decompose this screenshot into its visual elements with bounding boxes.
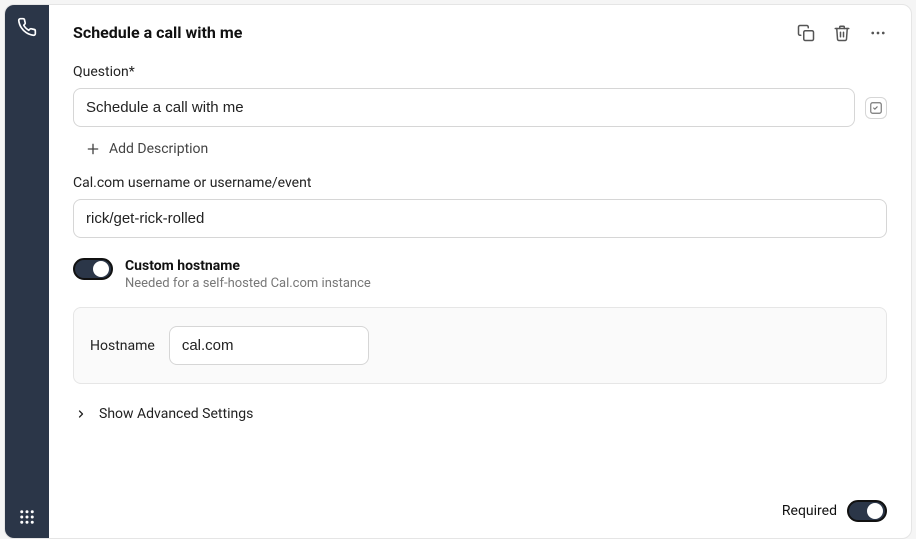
custom-hostname-subtitle: Needed for a self-hosted Cal.com instanc… [125,276,371,291]
custom-hostname-toggle[interactable] [73,258,113,280]
ai-enhance-icon[interactable] [865,97,887,119]
required-toggle[interactable] [847,500,887,522]
hostname-label: Hostname [90,338,155,354]
show-advanced-settings[interactable]: Show Advanced Settings [73,406,887,422]
calcom-username-input[interactable] [73,199,887,238]
phone-icon[interactable] [17,17,37,37]
chevron-right-icon [75,408,87,420]
more-icon[interactable] [869,24,887,42]
custom-hostname-title: Custom hostname [125,258,371,274]
trash-icon[interactable] [833,24,851,42]
add-description-label: Add Description [109,141,208,157]
advanced-label: Show Advanced Settings [99,406,253,422]
copy-icon[interactable] [797,24,815,42]
main-panel: Schedule a call with me Question* [49,5,911,538]
question-input[interactable] [73,88,855,127]
hostname-card: Hostname [73,307,887,384]
panel-title: Schedule a call with me [73,23,242,42]
required-label: Required [782,503,837,519]
add-description-button[interactable]: Add Description [73,141,887,157]
sidebar [5,5,49,538]
username-label: Cal.com username or username/event [73,175,887,191]
question-label: Question* [73,64,887,80]
hostname-input[interactable] [169,326,369,365]
apps-grid-icon[interactable] [18,508,36,526]
